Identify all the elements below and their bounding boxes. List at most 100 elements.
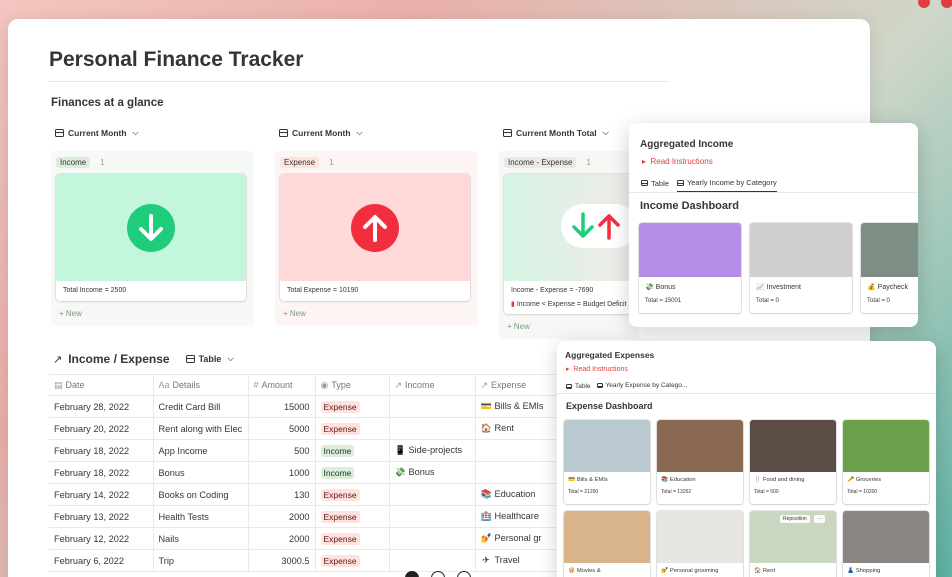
new-button[interactable]: + New (283, 309, 306, 318)
cell-type[interactable]: Expense (315, 483, 390, 506)
aggregated-income-title: Aggregated Income (640, 139, 734, 150)
expense-category-card[interactable]: 👗 Shopping (843, 511, 929, 577)
read-instructions-toggle[interactable]: ▸ Read Instructions (642, 157, 713, 166)
view-selector-current-month-expense[interactable]: Current Month ⌵ (279, 128, 363, 138)
category-name: 💳 Bills & EMIs (568, 477, 608, 483)
expense-link[interactable]: Personal gr (495, 533, 542, 543)
category-name: 🥕 Groceries (847, 477, 881, 483)
cell-amount[interactable]: 2000 (248, 505, 316, 528)
table-row[interactable]: February 12, 2022 Nails 2000 Expense 💅 Person… (49, 527, 589, 550)
income-link[interactable]: Side-projects (409, 445, 463, 455)
expense-link[interactable]: Bills & EMIs (495, 401, 544, 411)
cell-date[interactable]: February 14, 2022 (49, 483, 154, 506)
cell-date[interactable]: February 13, 2022 (49, 505, 154, 528)
board-view-icon (279, 129, 288, 137)
cell-type[interactable]: Expense (315, 505, 390, 528)
cell-amount[interactable]: 3000.5 (248, 549, 316, 572)
cell-amount[interactable]: 1000 (248, 461, 316, 484)
cell-amount[interactable]: 5000 (248, 417, 316, 440)
more-options-button[interactable]: ··· (814, 515, 825, 523)
cell-amount[interactable]: 500 (248, 439, 316, 462)
column-header-amount[interactable]: # Amount (248, 374, 316, 396)
income-category-card[interactable]: 💰 Paycheck Total = 0 (861, 223, 918, 313)
table-row[interactable]: February 18, 2022 Bonus 1000 Income 💸 Bonus (49, 461, 589, 484)
read-instructions-toggle[interactable]: ▸ Read Instructions (566, 365, 628, 373)
cell-date[interactable]: February 28, 2022 (49, 395, 154, 418)
cell-income[interactable]: 📱 Side-projects (389, 439, 476, 462)
table-row[interactable]: February 28, 2022 Credit Card Bill 15000 Ex… (49, 395, 589, 418)
column-header-type[interactable]: ◉ Type (315, 374, 390, 396)
cell-amount[interactable]: 2000 (248, 527, 316, 550)
cell-income[interactable] (389, 527, 476, 550)
cell-date[interactable]: February 6, 2022 (49, 549, 154, 572)
cell-details[interactable]: Nails (153, 527, 249, 550)
cell-income[interactable] (389, 505, 476, 528)
expense-category-card[interactable]: Reposition ··· 🏠 Rent (750, 511, 836, 577)
cell-type[interactable]: Expense (315, 527, 390, 550)
type-tag: Expense (320, 554, 360, 567)
view-selector-current-month-total[interactable]: Current Month Total ⌵ (503, 128, 609, 138)
reposition-button[interactable]: Reposition (780, 515, 810, 523)
cell-date[interactable]: February 20, 2022 (49, 417, 154, 440)
cell-income[interactable] (389, 483, 476, 506)
cell-type[interactable]: Expense (315, 417, 390, 440)
database-title[interactable]: Income / Expense (68, 352, 169, 366)
cell-date[interactable]: February 18, 2022 (49, 439, 154, 462)
card-total: Total Expense = 10190 (287, 287, 359, 294)
income-category-card[interactable]: 📈 Investment Total = 0 (750, 223, 852, 313)
column-header-date[interactable]: ▤ Date (49, 374, 154, 396)
new-button[interactable]: + New (507, 322, 530, 331)
cell-income[interactable] (389, 549, 476, 572)
cell-date[interactable]: February 18, 2022 (49, 461, 154, 484)
expense-category-card[interactable]: 📚 Education Total = 13262 (657, 420, 743, 504)
income-link[interactable]: Bonus (409, 467, 435, 477)
cell-details[interactable]: Trip (153, 549, 249, 572)
category-name: 💰 Paycheck (867, 284, 909, 291)
expense-card[interactable]: Total Expense = 10190 (280, 174, 470, 301)
cell-amount[interactable]: 130 (248, 483, 316, 506)
cell-amount[interactable]: 15000 (248, 395, 316, 418)
expense-link[interactable]: Education (495, 489, 536, 499)
tab-yearly-income[interactable]: Yearly Income by Category (676, 178, 777, 192)
expense-link[interactable]: Rent (495, 423, 514, 433)
cell-details[interactable]: Books on Coding (153, 483, 249, 506)
cell-details[interactable]: Rent along with Elec (153, 417, 249, 440)
cell-details[interactable]: Health Tests (153, 505, 249, 528)
tab-table[interactable]: Table (641, 178, 669, 192)
cell-details[interactable]: App Income (153, 439, 249, 462)
cell-income[interactable] (389, 417, 476, 440)
table-row[interactable]: February 14, 2022 Books on Coding 130 Expen… (49, 483, 589, 506)
expense-link[interactable]: Healthcare (495, 511, 539, 521)
type-tag: Expense (320, 488, 360, 501)
cell-income[interactable]: 💸 Bonus (389, 461, 476, 484)
table-row[interactable]: February 13, 2022 Health Tests 2000 Expense… (49, 505, 589, 528)
type-tag: Expense (320, 400, 360, 413)
expense-category-card[interactable]: 💳 Bills & EMIs Total = 21200 (564, 420, 650, 504)
category-cover-image (750, 420, 836, 472)
category-icon: 📱 (394, 445, 406, 455)
table-view-selector[interactable]: Table ⌵ (185, 354, 234, 364)
expense-category-card[interactable]: 💅 Personal grooming (657, 511, 743, 577)
cell-type[interactable]: Income (315, 461, 390, 484)
column-header-details[interactable]: Aa Details (153, 374, 249, 396)
cell-details[interactable]: Credit Card Bill (153, 395, 249, 418)
cell-type[interactable]: Income (315, 439, 390, 462)
expense-category-card[interactable]: 🍿 Movies & (564, 511, 650, 577)
new-button[interactable]: + New (59, 309, 82, 318)
view-selector-current-month-income[interactable]: Current Month ⌵ (55, 128, 139, 138)
table-row[interactable]: February 6, 2022 Trip 3000.5 Expense ✈ Travel (49, 549, 589, 572)
cell-details[interactable]: Bonus (153, 461, 249, 484)
expense-category-card[interactable]: 🥕 Groceries Total = 10200 (843, 420, 929, 504)
expense-category-card[interactable]: 🍴 Food and dining Total = 500 (750, 420, 836, 504)
column-header-income[interactable]: ↗ Income (389, 374, 476, 396)
income-category-card[interactable]: 💸 Bonus Total = 15001 (639, 223, 741, 313)
cell-date[interactable]: February 12, 2022 (49, 527, 154, 550)
income-card[interactable]: Total Income = 2500 (56, 174, 246, 301)
table-row[interactable]: February 18, 2022 App Income 500 Income 📱 Sid… (49, 439, 589, 462)
cell-type[interactable]: Expense (315, 549, 390, 572)
expense-link[interactable]: Travel (495, 555, 520, 565)
cell-type[interactable]: Expense (315, 395, 390, 418)
table-row[interactable]: February 20, 2022 Rent along with Elec 500… (49, 417, 589, 440)
cell-income[interactable] (389, 395, 476, 418)
card-cover (56, 174, 246, 281)
